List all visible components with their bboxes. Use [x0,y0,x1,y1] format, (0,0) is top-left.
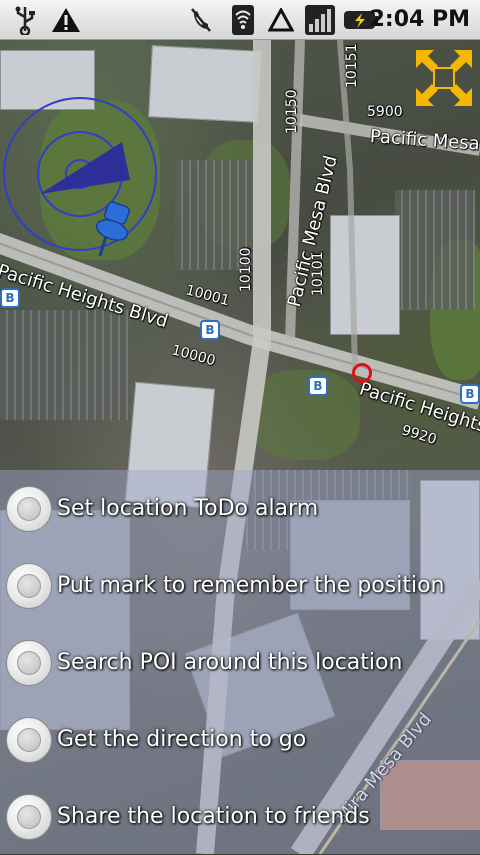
address-label: 10150 [284,89,300,134]
transit-stop-icon[interactable]: B [460,384,480,404]
location-action-menu: Set location ToDo alarm Put mark to reme… [0,470,480,854]
menu-item-put-mark[interactable]: Put mark to remember the position [0,547,480,624]
menu-item-get-direction[interactable]: Get the direction to go [0,701,480,778]
signal-icon [303,4,337,36]
transit-stop-icon[interactable]: B [0,288,20,308]
radio-button[interactable] [6,639,52,686]
wifi-icon [230,4,256,36]
menu-item-set-todo-alarm[interactable]: Set location ToDo alarm [0,470,480,547]
menu-item-label: Share the location to friends [57,804,370,829]
address-label: 10151 [344,43,360,88]
mute-icon [188,4,214,36]
transit-stop-icon[interactable]: B [200,320,220,340]
radio-button[interactable] [6,793,52,840]
status-bar: 2:04 PM [0,0,480,40]
location-marker[interactable] [352,363,372,383]
radio-button[interactable] [6,716,52,763]
menu-item-share-location[interactable]: Share the location to friends [0,778,480,855]
address-label: 10100 [238,247,254,292]
menu-item-label: Put mark to remember the position [57,573,445,598]
warning-icon [48,4,84,36]
radio-button[interactable] [6,562,52,609]
address-label: 10101 [310,251,326,296]
compass-icon[interactable] [0,90,170,270]
usb-icon [10,4,40,36]
fullscreen-icon[interactable] [412,46,476,110]
radio-button[interactable] [6,485,52,532]
menu-item-label: Search POI around this location [57,650,403,675]
status-time: 2:04 PM [369,7,470,32]
address-label: 5900 [367,104,403,120]
menu-item-label: Get the direction to go [57,727,307,752]
pushpin-icon[interactable] [92,200,140,260]
menu-item-label: Set location ToDo alarm [57,496,319,521]
menu-item-search-poi[interactable]: Search POI around this location [0,624,480,701]
transit-stop-icon[interactable]: B [308,376,328,396]
triangle-icon [267,4,295,36]
